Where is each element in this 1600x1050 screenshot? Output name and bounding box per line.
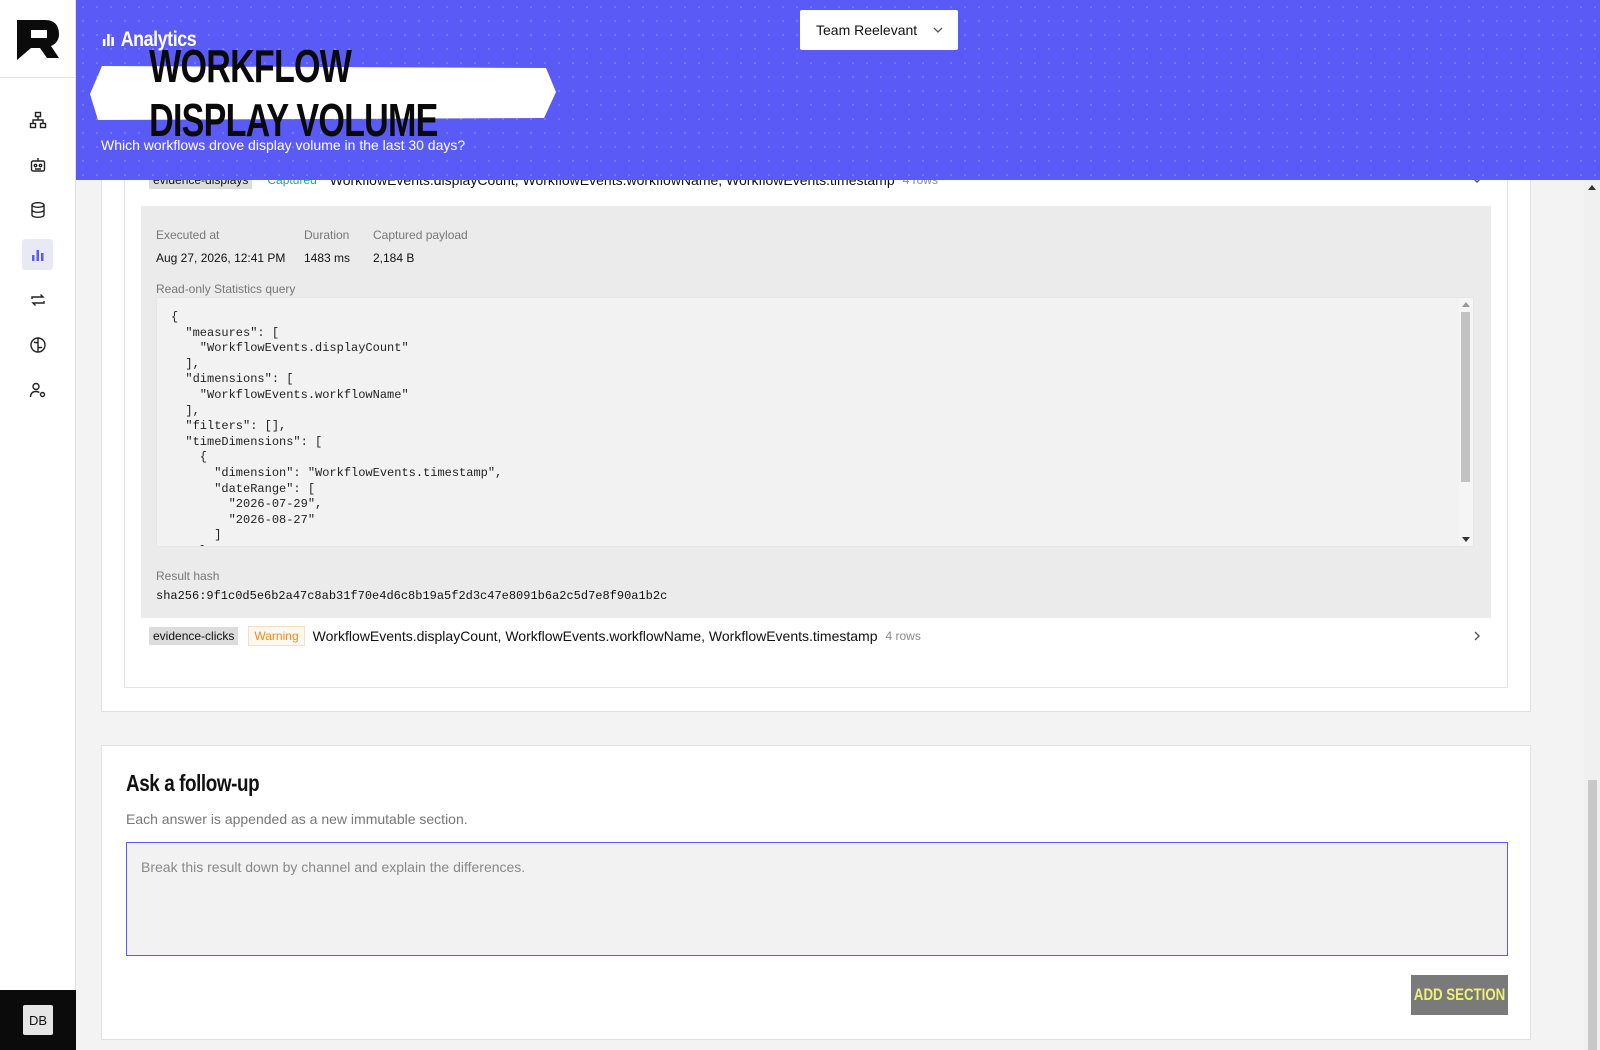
followup-title: Ask a follow-up	[126, 770, 260, 796]
evidence-fields: WorkflowEvents.displayCount, WorkflowEve…	[312, 628, 878, 644]
query-code: { "measures": [ "WorkflowEvents.displayC…	[171, 310, 503, 546]
sidebar-item-analytics[interactable]	[22, 239, 53, 270]
evidence-list: evidence-displays Captured WorkflowEvent…	[124, 150, 1508, 688]
database-icon	[30, 201, 45, 218]
reelevant-logo-icon	[16, 19, 59, 60]
evidence-tag: evidence-clicks	[149, 627, 239, 645]
page-title: WORKFLOW DISPLAY VOLUME	[149, 40, 438, 146]
executed-at-label: Executed at	[156, 228, 220, 242]
page-scroll-thumb[interactable]	[1588, 780, 1597, 1050]
executed-at: Executed at Aug 27, 2026, 12:41 PM	[156, 228, 285, 265]
title-wrap: WORKFLOW DISPLAY VOLUME	[88, 40, 558, 146]
sidebar-nav	[0, 78, 75, 405]
hash-label: Result hash	[156, 569, 220, 583]
hash-value: sha256:9f1c0d5e6b2a47c8ab31f70e4d6c8b19a…	[156, 589, 668, 603]
page-scrollbar[interactable]	[1584, 180, 1600, 1050]
avatar[interactable]: DB	[23, 1005, 53, 1035]
sidebar-item-robot[interactable]	[22, 149, 53, 180]
scroll-down-icon[interactable]	[1462, 537, 1470, 543]
query-code-block[interactable]: { "measures": [ "WorkflowEvents.displayC…	[156, 297, 1474, 547]
logo[interactable]	[0, 0, 75, 78]
executed-at-value: Aug 27, 2026, 12:41 PM	[156, 251, 286, 265]
page-subtitle: Which workflows drove display volume in …	[101, 137, 466, 153]
captured-payload: Captured payload 2,184 B	[373, 228, 468, 265]
duration-label: Duration	[304, 228, 350, 242]
user-menu: DB	[0, 990, 76, 1050]
status-badge: Warning	[248, 626, 305, 646]
chevron-right-icon[interactable]	[1471, 630, 1483, 642]
sidebar-item-users[interactable]	[22, 374, 53, 405]
sidebar-item-workflows[interactable]	[22, 104, 53, 135]
scroll-up-icon[interactable]	[1588, 184, 1596, 190]
sidebar-item-sync[interactable]	[22, 284, 53, 315]
sidebar-item-database[interactable]	[22, 194, 53, 225]
analytics-icon	[31, 249, 43, 261]
scroll-up-icon[interactable]	[1462, 301, 1470, 307]
evidence-row-clicks[interactable]: evidence-clicks Warning WorkflowEvents.d…	[125, 626, 1509, 646]
title-banner: WORKFLOW DISPLAY VOLUME	[88, 40, 558, 146]
duration: Duration 1483 ms	[304, 228, 350, 265]
payload-value: 2,184 B	[373, 251, 415, 265]
add-section-label: ADD SECTION	[1413, 985, 1506, 1004]
code-scroll-thumb[interactable]	[1461, 312, 1470, 482]
followup-hint: Each answer is appended as a new immutab…	[126, 811, 468, 827]
payload-label: Captured payload	[373, 228, 468, 242]
robot-icon	[30, 157, 45, 172]
team-select-value: Team Reelevant	[816, 22, 918, 38]
row-count: 4 rows	[885, 629, 921, 643]
sidebar: DB	[0, 0, 76, 1050]
brain-icon	[29, 336, 46, 353]
followup-input[interactable]	[126, 842, 1508, 956]
evidence-detail: Executed at Aug 27, 2026, 12:41 PM Durat…	[141, 206, 1491, 618]
page-header: Analytics WORKFLOW DISPLAY VOLUME Which …	[76, 0, 1600, 180]
sidebar-item-ai[interactable]	[22, 329, 53, 360]
workflows-icon	[29, 111, 46, 128]
duration-value: 1483 ms	[304, 251, 351, 265]
analytics-icon	[102, 34, 114, 46]
add-section-button[interactable]: ADD SECTION	[1411, 975, 1508, 1015]
user-settings-icon	[29, 382, 45, 397]
chevron-down-icon	[933, 27, 943, 33]
team-select[interactable]: Team Reelevant	[800, 10, 958, 50]
query-label: Read-only Statistics query	[156, 282, 296, 296]
followup-panel: Ask a follow-up Each answer is appended …	[101, 745, 1531, 1040]
code-scrollbar[interactable]	[1459, 298, 1473, 546]
sync-icon	[30, 293, 45, 306]
